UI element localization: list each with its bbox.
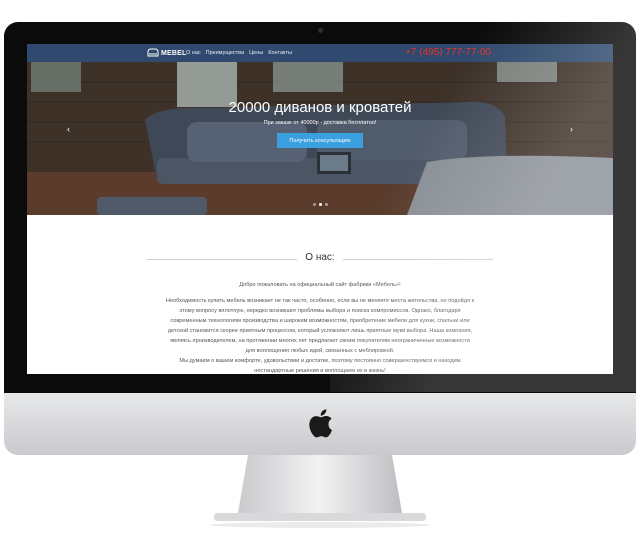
about-line: являясь производителем, на протяжении мн… [170, 338, 470, 344]
website-screen: MEBEL О нас Преимущества Цены Контакты +… [27, 44, 613, 374]
nav-menu: О нас Преимущества Цены Контакты [186, 44, 292, 62]
brand-name: MEBEL [161, 49, 187, 57]
carousel-prev-icon[interactable]: ‹ [67, 124, 70, 134]
carousel-next-icon[interactable]: › [570, 124, 573, 134]
consultation-button[interactable]: Получить консультацию [277, 133, 363, 148]
about-line: этому вопросу вплотную, нередко возникаю… [179, 308, 461, 314]
carousel-dot[interactable] [325, 203, 328, 206]
nav-link-about[interactable]: О нас [186, 50, 201, 56]
about-line: детской становится скорее приятным проце… [167, 328, 473, 334]
about-heading: О нас: [305, 252, 335, 263]
hero-title: 20000 диванов и кроватей [228, 99, 412, 116]
hero-carousel: 20000 диванов и кроватей При заказе от 4… [27, 62, 613, 215]
divider-line [343, 259, 493, 260]
sofa-icon [147, 48, 159, 57]
nav-link-contacts[interactable]: Контакты [268, 50, 292, 56]
apple-logo-icon [309, 409, 332, 438]
phone-number[interactable]: +7 (495) 777-77-00 [405, 47, 491, 58]
about-line: нестандартные решения и воплощаем их в ж… [254, 368, 386, 374]
about-line: современным технологиям производства и ш… [170, 318, 470, 324]
monitor-stand [210, 455, 430, 528]
nav-link-prices[interactable]: Цены [249, 50, 263, 56]
carousel-dot-active[interactable] [319, 203, 322, 206]
navbar: MEBEL О нас Преимущества Цены Контакты +… [27, 44, 613, 62]
hero-subtitle: При заказе от 40000р - доставка бесплатн… [263, 120, 377, 126]
camera-icon [318, 28, 323, 33]
about-line: Мы думаем о вашем комфорте, удовольствии… [179, 358, 461, 364]
carousel-indicators [313, 203, 328, 206]
about-line: для воплощения любых идей, связанных с м… [245, 348, 395, 354]
brand-logo[interactable]: MEBEL [147, 47, 187, 59]
about-line: Необходимость купить мебель возникает не… [165, 298, 475, 304]
carousel-dot[interactable] [313, 203, 316, 206]
about-welcome: Добро пожаловать на официальный сайт фаб… [239, 282, 401, 288]
nav-link-advantages[interactable]: Преимущества [206, 50, 244, 56]
